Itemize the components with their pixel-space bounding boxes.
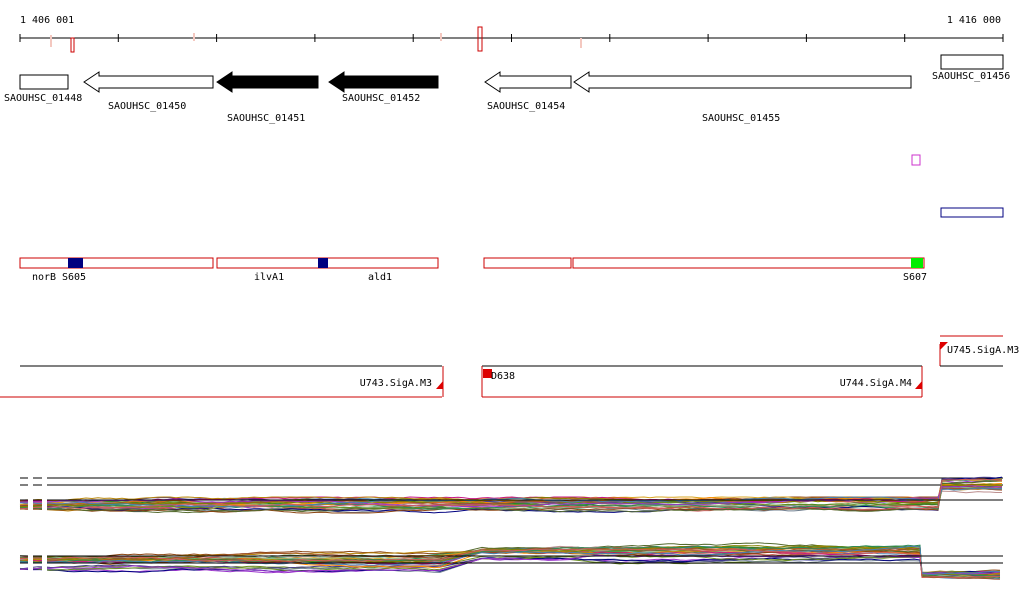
ruler-marker[interactable] bbox=[70, 37, 75, 53]
gene-label: SAOUHSC_01452 bbox=[342, 93, 420, 104]
annotation-feature-blue[interactable] bbox=[68, 258, 83, 268]
gene-label: SAOUHSC_01454 bbox=[487, 101, 565, 112]
annotation-box[interactable] bbox=[19, 257, 214, 269]
gene-saouhsc-01451[interactable] bbox=[216, 71, 319, 93]
gene-saouhsc-01448[interactable] bbox=[19, 74, 69, 90]
ruler-marker[interactable] bbox=[193, 33, 195, 41]
annotation-label: S607 bbox=[903, 272, 927, 283]
genome-track-canvas: 1 406 001 1 416 000 SAOUHSC_01448 SAOUHS… bbox=[0, 15, 1019, 588]
annotation-label: S605 bbox=[62, 272, 86, 283]
segment-end-marker[interactable] bbox=[915, 381, 922, 389]
ruler-marker[interactable] bbox=[477, 26, 483, 52]
annotation-feature-blue[interactable] bbox=[318, 258, 328, 268]
ruler-marker[interactable] bbox=[50, 35, 52, 47]
gene-label: SAOUHSC_01451 bbox=[227, 113, 305, 124]
segment-label: U745.SigA.M3 bbox=[947, 345, 1019, 356]
segment-label: U743.SigA.M3 bbox=[360, 378, 432, 389]
gene-track: SAOUHSC_01448 SAOUHSC_01450 SAOUHSC_0145… bbox=[4, 54, 1010, 124]
annotation-box[interactable] bbox=[572, 257, 925, 269]
gene-label: SAOUHSC_01448 bbox=[4, 93, 82, 104]
segment-track: U743.SigA.M3 D638 U744.SigA.M4 U745.SigA… bbox=[0, 335, 1019, 398]
annotation-box[interactable] bbox=[483, 257, 572, 269]
genome-browser-view: 1 406 001 1 416 000 SAOUHSC_01448 SAOUHS… bbox=[0, 0, 1024, 611]
annotation-label: ald1 bbox=[368, 272, 392, 283]
ruler-start-label: 1 406 001 bbox=[20, 15, 74, 26]
expression-track-upper bbox=[19, 476, 1003, 516]
gene-label: SAOUHSC_01455 bbox=[702, 113, 780, 124]
segment-end-marker[interactable] bbox=[436, 381, 443, 389]
expression-track-lower bbox=[19, 540, 1003, 588]
gene-saouhsc-01450[interactable] bbox=[83, 71, 214, 93]
gene-label: SAOUHSC_01456 bbox=[932, 71, 1010, 82]
segment-label: U744.SigA.M4 bbox=[840, 378, 912, 389]
segment-label: D638 bbox=[491, 371, 515, 382]
gene-saouhsc-01454[interactable] bbox=[484, 71, 572, 93]
gene-saouhsc-01452[interactable] bbox=[328, 71, 439, 93]
feature-box[interactable] bbox=[940, 207, 1004, 218]
feature-marker[interactable] bbox=[911, 154, 921, 166]
ruler-marker[interactable] bbox=[580, 38, 582, 48]
gene-saouhsc-01456[interactable] bbox=[940, 54, 1004, 70]
annotation-label: ilvA1 bbox=[254, 272, 284, 283]
annotation-feature-green[interactable] bbox=[911, 258, 923, 268]
position-ruler: 1 406 001 1 416 000 bbox=[19, 15, 1004, 53]
annotation-track: norB S605 ilvA1 ald1 S607 bbox=[19, 257, 927, 283]
gene-saouhsc-01455[interactable] bbox=[573, 71, 912, 93]
gene-label: SAOUHSC_01450 bbox=[108, 101, 186, 112]
ruler-end-label: 1 416 000 bbox=[947, 15, 1001, 26]
ruler-marker[interactable] bbox=[440, 33, 442, 41]
annotation-label: norB bbox=[32, 272, 56, 283]
